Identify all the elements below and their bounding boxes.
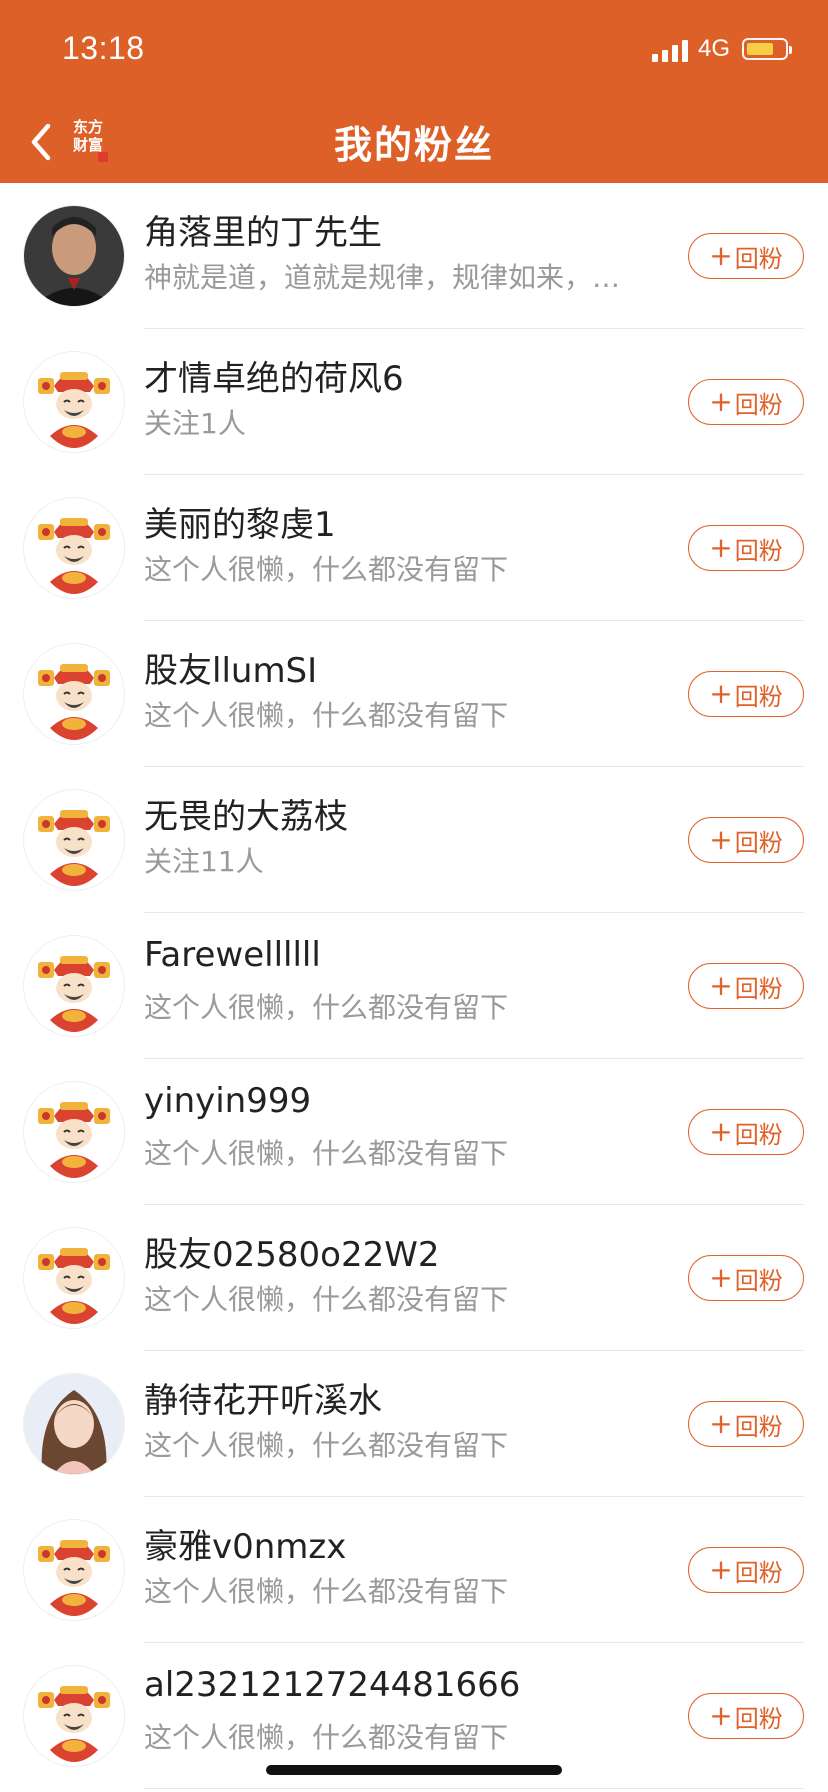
fan-row[interactable]: 无畏的大荔枝关注11人 + 回粉 [0, 767, 828, 913]
row-divider [144, 1788, 804, 1789]
fan-name[interactable]: yinyin999 [144, 1081, 311, 1121]
fan-description: 这个人很懒，什么都没有留下 [144, 1721, 509, 1754]
fan-name[interactable]: al2321212724481666 [144, 1665, 520, 1705]
battery-icon [742, 38, 792, 60]
fan-name[interactable]: 股友02580o22W2 [144, 1227, 439, 1276]
fan-name[interactable]: 无畏的大荔枝 [144, 789, 348, 838]
header: 13:18 4G 东方财富 我的粉丝 [0, 0, 828, 183]
fan-row[interactable]: 股友02580o22W2 这个人很懒，什么都没有留下 + 回粉 [0, 1205, 828, 1351]
avatar[interactable] [24, 1082, 124, 1182]
avatar[interactable] [24, 644, 124, 744]
follow-back-label: 回粉 [734, 828, 783, 857]
avatar[interactable] [24, 206, 124, 306]
avatar[interactable] [24, 936, 124, 1036]
fan-description: 关注1人 [144, 407, 246, 440]
avatar[interactable] [24, 1520, 124, 1620]
fan-name[interactable]: 美丽的黎虔1 [144, 497, 336, 546]
follow-back-button[interactable]: + 回粉 [688, 1109, 804, 1155]
fan-description: 关注11人 [144, 845, 264, 878]
fan-name[interactable]: 豪雅v0nmzx [144, 1519, 346, 1568]
follow-back-button[interactable]: + 回粉 [688, 1547, 804, 1593]
follow-back-button[interactable]: + 回粉 [688, 525, 804, 571]
page-title: 我的粉丝 [333, 123, 494, 167]
fan-description: 神就是道，道就是规律，规律如来，… [144, 261, 621, 294]
follow-back-button[interactable]: + 回粉 [688, 1401, 804, 1447]
fan-name[interactable]: 股友llumSI [144, 643, 317, 692]
follow-back-label: 回粉 [734, 1558, 783, 1587]
fan-row[interactable]: 角落里的丁先生神就是道，道就是规律，规律如来，… + 回粉 [0, 183, 828, 329]
fan-description: 这个人很懒，什么都没有留下 [144, 699, 509, 732]
follow-back-button[interactable]: + 回粉 [688, 817, 804, 863]
fan-name[interactable]: 静待花开听溪水 [144, 1373, 382, 1422]
avatar[interactable] [24, 1228, 124, 1328]
plus-icon: + [709, 1261, 733, 1294]
fan-name[interactable]: 角落里的丁先生 [144, 205, 382, 254]
fan-description: 这个人很懒，什么都没有留下 [144, 553, 509, 586]
plus-icon: + [709, 1407, 733, 1440]
fan-list: 角落里的丁先生 神就是道，道就是规律，规律如来，… + 回粉 才情卓绝的荷风6 关注1人 +… [0, 183, 828, 1789]
plus-icon: + [709, 823, 733, 856]
follow-back-label: 回粉 [734, 1704, 783, 1733]
fan-row[interactable]: yinyin999 这个人很懒，什么都没有留下 + 回粉 [0, 1059, 828, 1205]
follow-back-button[interactable]: + 回粉 [688, 1693, 804, 1739]
follow-back-label: 回粉 [734, 974, 783, 1003]
fan-description: 这个人很懒，什么都没有留下 [144, 991, 509, 1024]
follow-back-button[interactable]: + 回粉 [688, 1255, 804, 1301]
follow-back-label: 回粉 [734, 536, 783, 565]
plus-icon: + [709, 677, 733, 710]
fan-row[interactable]: 才情卓绝的荷风6 关注1人 + 回粉 [0, 329, 828, 475]
fan-description: 这个人很懒，什么都没有留下 [144, 1137, 509, 1170]
follow-back-button[interactable]: + 回粉 [688, 671, 804, 717]
plus-icon: + [709, 385, 733, 418]
status-bar: 13:18 4G [0, 0, 828, 100]
follow-back-label: 回粉 [734, 682, 783, 711]
home-indicator [266, 1765, 562, 1775]
fan-row[interactable]: Farewellllll 这个人很懒，什么都没有留下 + 回粉 [0, 913, 828, 1059]
plus-icon: + [709, 239, 733, 272]
avatar[interactable] [24, 498, 124, 598]
fan-row[interactable]: 静待花开听溪水这个人很懒，什么都没有留下 + 回粉 [0, 1351, 828, 1497]
fan-description: 这个人很懒，什么都没有留下 [144, 1429, 509, 1462]
follow-back-button[interactable]: + 回粉 [688, 379, 804, 425]
fan-row[interactable]: 股友llumSI 这个人很懒，什么都没有留下 + 回粉 [0, 621, 828, 767]
follow-back-label: 回粉 [734, 1120, 783, 1149]
plus-icon: + [709, 1115, 733, 1148]
avatar[interactable] [24, 1666, 124, 1766]
fan-description: 这个人很懒，什么都没有留下 [144, 1575, 509, 1608]
avatar[interactable] [24, 1374, 124, 1474]
fan-row[interactable]: 美丽的黎虔1 这个人很懒，什么都没有留下 + 回粉 [0, 475, 828, 621]
status-time: 13:18 [62, 30, 145, 66]
follow-back-button[interactable]: + 回粉 [688, 963, 804, 1009]
avatar[interactable] [24, 352, 124, 452]
plus-icon: + [709, 1553, 733, 1586]
follow-back-label: 回粉 [734, 244, 783, 273]
signal-icon [652, 38, 688, 62]
fan-description: 这个人很懒，什么都没有留下 [144, 1283, 509, 1316]
network-label: 4G [698, 35, 731, 62]
follow-back-label: 回粉 [734, 1266, 783, 1295]
follow-back-label: 回粉 [734, 1412, 783, 1441]
follow-back-button[interactable]: + 回粉 [688, 233, 804, 279]
avatar[interactable] [24, 790, 124, 890]
fan-row[interactable]: 豪雅v0nmzx 这个人很懒，什么都没有留下 + 回粉 [0, 1497, 828, 1643]
plus-icon: + [709, 1699, 733, 1732]
nav-bar: 东方财富 我的粉丝 [0, 100, 828, 183]
fan-name[interactable]: Farewellllll [144, 935, 321, 975]
plus-icon: + [709, 531, 733, 564]
plus-icon: + [709, 969, 733, 1002]
fan-name[interactable]: 才情卓绝的荷风6 [144, 351, 404, 400]
follow-back-label: 回粉 [734, 390, 783, 419]
